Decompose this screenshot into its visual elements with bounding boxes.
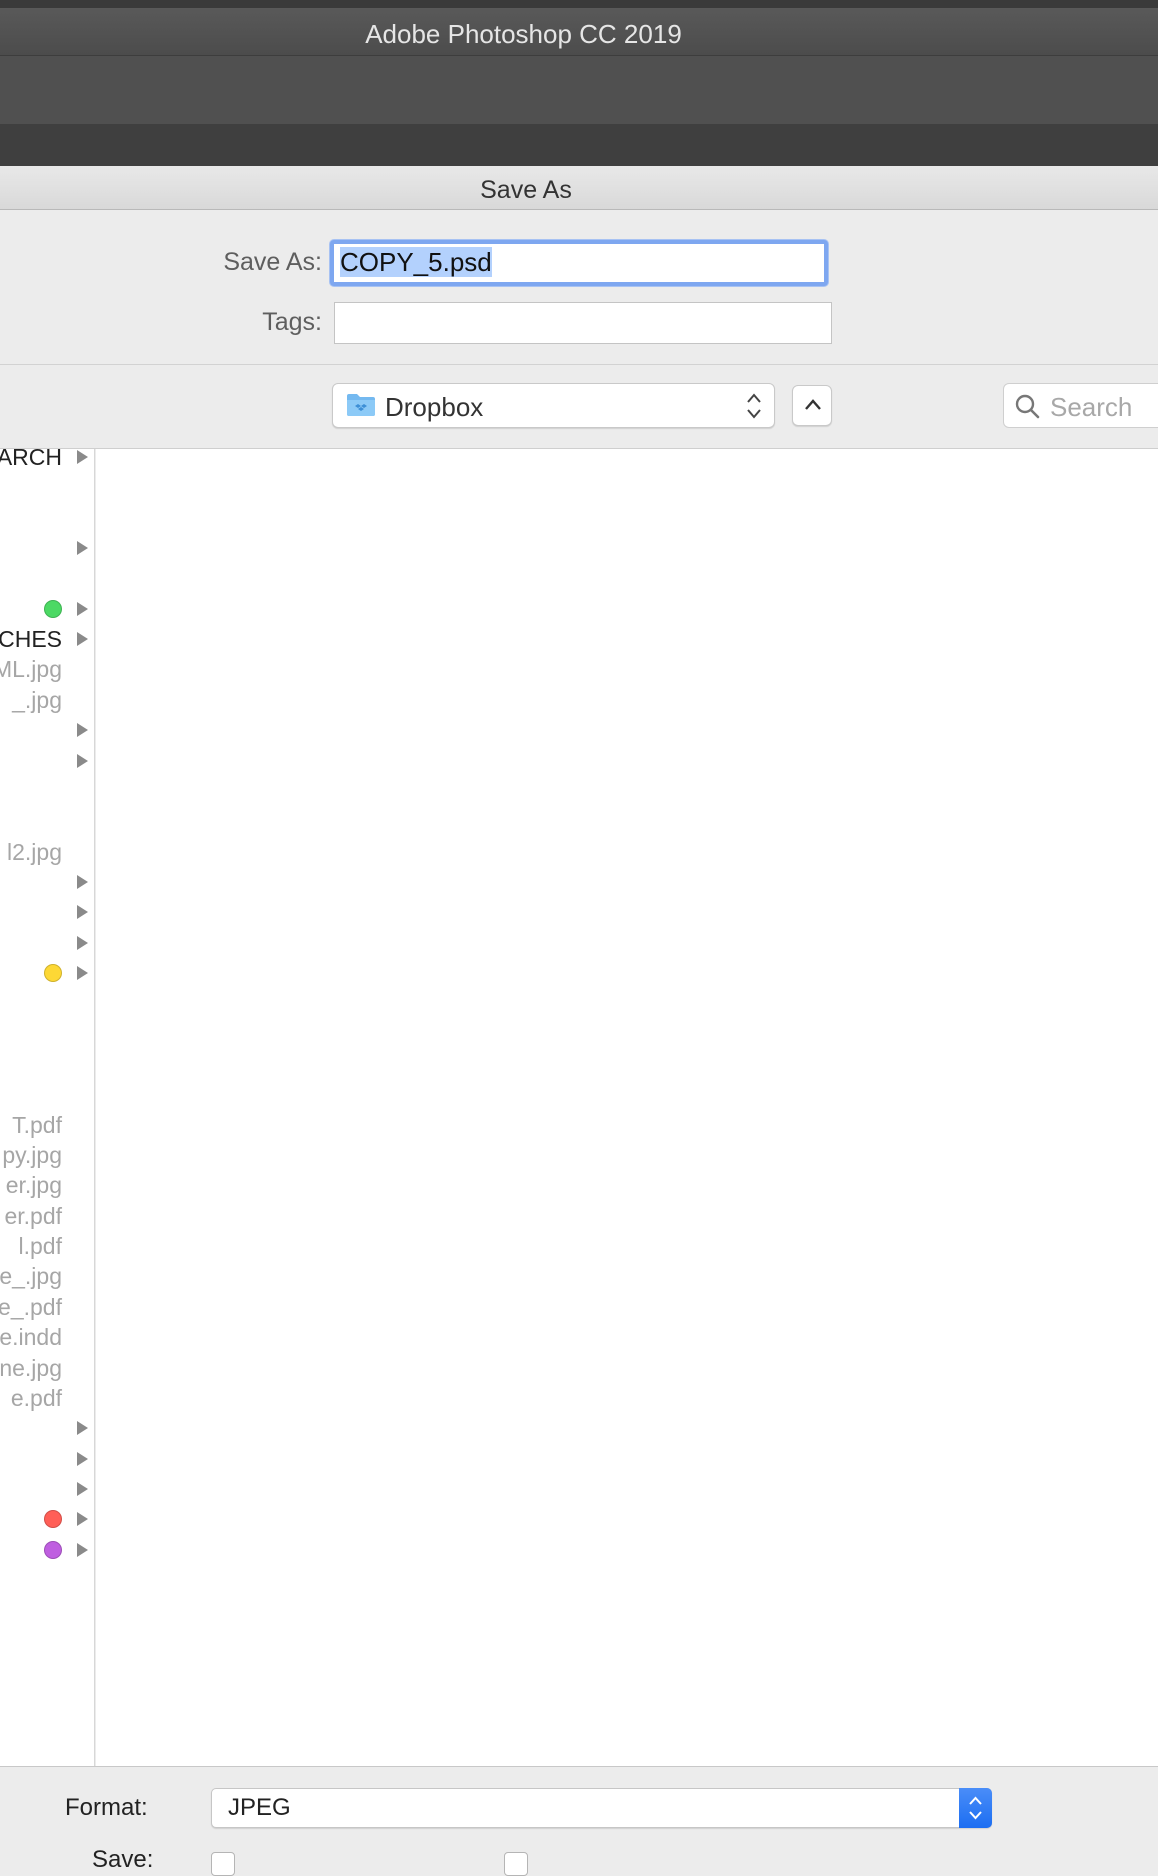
- folder-row[interactable]: [0, 928, 94, 958]
- color-tag-icon: [44, 1510, 62, 1529]
- disclosure-arrow-icon[interactable]: [77, 874, 88, 889]
- format-label: Format:: [65, 1794, 148, 1821]
- filename-selection: COPY_5.psd: [340, 247, 492, 277]
- blank-row: [0, 988, 94, 1018]
- format-value: JPEG: [228, 1794, 291, 1821]
- disclosure-arrow-icon[interactable]: [77, 1542, 88, 1557]
- disclosure-arrow-icon[interactable]: [77, 723, 88, 738]
- file-row[interactable]: T.pdf: [0, 1110, 94, 1140]
- row-label: e_.pdf: [0, 1293, 62, 1320]
- format-stepper[interactable]: [959, 1788, 992, 1828]
- file-row[interactable]: e_.jpg: [0, 1261, 94, 1291]
- format-popup[interactable]: [211, 1788, 992, 1828]
- row-label: e.indd: [0, 1324, 62, 1351]
- blank-row: [0, 472, 94, 502]
- blank-row: [0, 1019, 94, 1049]
- folder-row[interactable]: [0, 594, 94, 624]
- file-browser-preview-column[interactable]: [96, 449, 1158, 1766]
- row-label: e.pdf: [10, 1384, 62, 1411]
- row-label: ARCH: [0, 449, 62, 470]
- color-tag-icon: [44, 963, 62, 982]
- file-row[interactable]: l2.jpg: [0, 837, 94, 867]
- search-icon: [1015, 394, 1040, 419]
- row-label: er.pdf: [4, 1202, 62, 1229]
- folder-row[interactable]: [0, 1504, 94, 1534]
- search-placeholder: Search: [1050, 392, 1133, 422]
- tags-label: Tags:: [262, 308, 322, 336]
- row-label: ML.jpg: [0, 656, 62, 683]
- disclosure-arrow-icon[interactable]: [77, 965, 88, 980]
- disclosure-arrow-icon[interactable]: [77, 1481, 88, 1496]
- chevron-up-icon: [805, 399, 821, 410]
- save-as-label: Save As:: [223, 248, 322, 276]
- folder-row[interactable]: [0, 1535, 94, 1565]
- disclosure-arrow-icon[interactable]: [77, 1512, 88, 1527]
- folder-row[interactable]: [0, 533, 94, 563]
- disclosure-arrow-icon[interactable]: [77, 905, 88, 920]
- file-row[interactable]: e.indd: [0, 1322, 94, 1352]
- row-label: l2.jpg: [7, 838, 62, 865]
- dropbox-folder-icon: [347, 394, 375, 416]
- folder-row[interactable]: [0, 746, 94, 776]
- disclosure-arrow-icon[interactable]: [77, 541, 88, 556]
- app-title: Adobe Photoshop CC 2019: [365, 19, 682, 49]
- row-label: _.jpg: [12, 686, 62, 713]
- app-document-tabs: [0, 124, 1158, 166]
- save-option-checkbox[interactable]: [504, 1852, 528, 1876]
- form-divider: [0, 364, 1158, 365]
- row-label: l.pdf: [18, 1233, 62, 1260]
- row-label: e_.jpg: [0, 1263, 62, 1290]
- blank-row: [0, 776, 94, 806]
- row-label: er.jpg: [5, 1172, 62, 1199]
- row-label: T.pdf: [12, 1111, 62, 1138]
- chevron-updown-icon: [747, 393, 761, 419]
- file-row[interactable]: l.pdf: [0, 1231, 94, 1261]
- blank-row: [0, 1079, 94, 1109]
- folder-row[interactable]: [0, 715, 94, 745]
- disclosure-arrow-icon[interactable]: [77, 450, 88, 464]
- tags-input[interactable]: [334, 302, 832, 344]
- color-tag-icon: [44, 599, 62, 618]
- blank-row: [0, 563, 94, 593]
- app-options-bar: [0, 56, 1158, 125]
- folder-row[interactable]: ARCH: [0, 449, 94, 472]
- dialog-title: Save As: [480, 176, 572, 204]
- file-row[interactable]: _.jpg: [0, 685, 94, 715]
- file-row[interactable]: ML.jpg: [0, 654, 94, 684]
- save-option-checkbox[interactable]: [211, 1852, 235, 1876]
- disclosure-arrow-icon[interactable]: [77, 1421, 88, 1436]
- row-label: ne.jpg: [0, 1354, 62, 1381]
- file-row[interactable]: er.pdf: [0, 1201, 94, 1231]
- blank-row: [0, 503, 94, 533]
- color-tag-icon: [44, 1540, 62, 1559]
- file-row[interactable]: er.jpg: [0, 1170, 94, 1200]
- parent-folder-button[interactable]: [792, 385, 832, 426]
- folder-row[interactable]: [0, 867, 94, 897]
- location-label: Dropbox: [385, 392, 484, 422]
- disclosure-arrow-icon[interactable]: [77, 601, 88, 616]
- disclosure-arrow-icon[interactable]: [77, 753, 88, 768]
- save-options-label: Save:: [92, 1846, 154, 1873]
- folder-row[interactable]: [0, 1413, 94, 1443]
- file-row[interactable]: ne.jpg: [0, 1353, 94, 1383]
- row-label: CHES: [0, 626, 62, 653]
- disclosure-arrow-icon[interactable]: [77, 632, 88, 647]
- disclosure-arrow-icon[interactable]: [77, 935, 88, 950]
- folder-row[interactable]: CHES: [0, 624, 94, 654]
- disclosure-arrow-icon[interactable]: [77, 1451, 88, 1466]
- row-label: py.jpg: [2, 1142, 62, 1169]
- file-row[interactable]: e_.pdf: [0, 1292, 94, 1322]
- file-row[interactable]: py.jpg: [0, 1140, 94, 1170]
- folder-row[interactable]: [0, 897, 94, 927]
- folder-row[interactable]: [0, 958, 94, 988]
- folder-row[interactable]: [0, 1474, 94, 1504]
- file-browser-column[interactable]: ARCH CHES ML.jpg _.jpg l2.jpg T.pdf py.jpg er.j…: [0, 449, 95, 1766]
- folder-row[interactable]: [0, 1444, 94, 1474]
- file-row[interactable]: e.pdf: [0, 1383, 94, 1413]
- filename-input[interactable]: COPY_5.psd: [330, 240, 828, 286]
- chevron-updown-icon: [969, 1796, 982, 1820]
- blank-row: [0, 806, 94, 836]
- blank-row: [0, 1049, 94, 1079]
- options-divider: [0, 1766, 1158, 1767]
